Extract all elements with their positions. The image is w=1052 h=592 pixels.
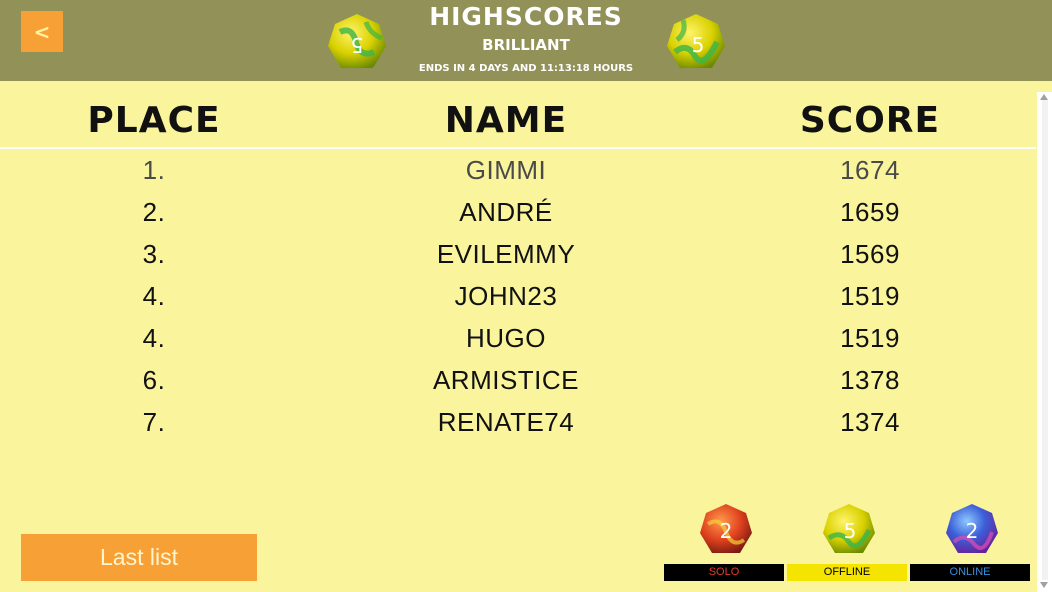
header-bar: < 5 HIGHSCORES BRILLIANT ENDS IN 4 DAYS … xyxy=(0,0,1052,81)
name-cell: JOHN23 xyxy=(454,281,558,311)
score-cell: 1569 xyxy=(840,239,900,269)
back-button[interactable]: < xyxy=(21,11,63,52)
scrollbar-thumb[interactable] xyxy=(1042,100,1048,580)
score-cell: 1519 xyxy=(840,323,900,353)
scroll-down-arrow-icon[interactable] xyxy=(1040,582,1048,588)
column-header-score: SCORE xyxy=(799,100,941,141)
mode-solo-button[interactable]: 2 SOLO xyxy=(664,502,784,582)
table-row: 7. RENATE74 1374 xyxy=(0,403,1036,445)
svg-text:5: 5 xyxy=(692,33,705,57)
name-cell: EVILEMMY xyxy=(436,239,576,269)
name-cell: ANDRÉ xyxy=(459,197,553,227)
mode-online-button[interactable]: 2 ONLINE xyxy=(910,502,1030,582)
score-cell: 1378 xyxy=(840,365,900,395)
score-cell: 1519 xyxy=(840,281,900,311)
mode-label: OFFLINE xyxy=(787,564,907,581)
place-cell: 4. xyxy=(142,281,166,311)
highscore-list[interactable]: 1. GIMMI 1674 2. ANDRÉ 1659 3. EVILEMMY … xyxy=(0,151,1036,445)
column-header-name: NAME xyxy=(444,100,568,141)
place-cell: 1. xyxy=(142,155,166,185)
table-row: 4. JOHN23 1519 xyxy=(0,277,1036,319)
place-cell: 4. xyxy=(142,323,166,353)
table-row: 1. GIMMI 1674 xyxy=(0,151,1036,193)
column-header-place: PLACE xyxy=(87,100,221,141)
scroll-up-arrow-icon[interactable] xyxy=(1040,94,1048,100)
score-cell: 1659 xyxy=(840,197,900,227)
score-cell: 1374 xyxy=(840,407,900,437)
place-cell: 7. xyxy=(142,407,166,437)
place-cell: 2. xyxy=(142,197,166,227)
svg-text:2: 2 xyxy=(966,519,979,543)
table-row: 6. ARMISTICE 1378 xyxy=(0,361,1036,403)
name-cell: RENATE74 xyxy=(437,407,575,437)
last-list-button[interactable]: Last list xyxy=(21,534,257,581)
dice-icon: 5 xyxy=(665,12,727,74)
table-row: 3. EVILEMMY 1569 xyxy=(0,235,1036,277)
mode-label: ONLINE xyxy=(910,564,1030,581)
name-cell: HUGO xyxy=(466,323,546,353)
dice-icon: 2 xyxy=(698,502,754,558)
svg-text:2: 2 xyxy=(720,519,733,543)
mode-label: SOLO xyxy=(664,564,784,581)
svg-text:5: 5 xyxy=(844,519,857,543)
name-cell: GIMMI xyxy=(465,155,547,185)
dice-icon: 5 xyxy=(821,502,877,558)
mode-offline-button[interactable]: 5 OFFLINE xyxy=(787,502,907,582)
name-cell: ARMISTICE xyxy=(432,365,580,395)
table-row: 2. ANDRÉ 1659 xyxy=(0,193,1036,235)
dice-icon: 2 xyxy=(944,502,1000,558)
score-cell: 1674 xyxy=(840,155,900,185)
place-cell: 6. xyxy=(142,365,166,395)
place-cell: 3. xyxy=(142,239,166,269)
table-row: 4. HUGO 1519 xyxy=(0,319,1036,361)
header-divider xyxy=(0,147,1036,149)
